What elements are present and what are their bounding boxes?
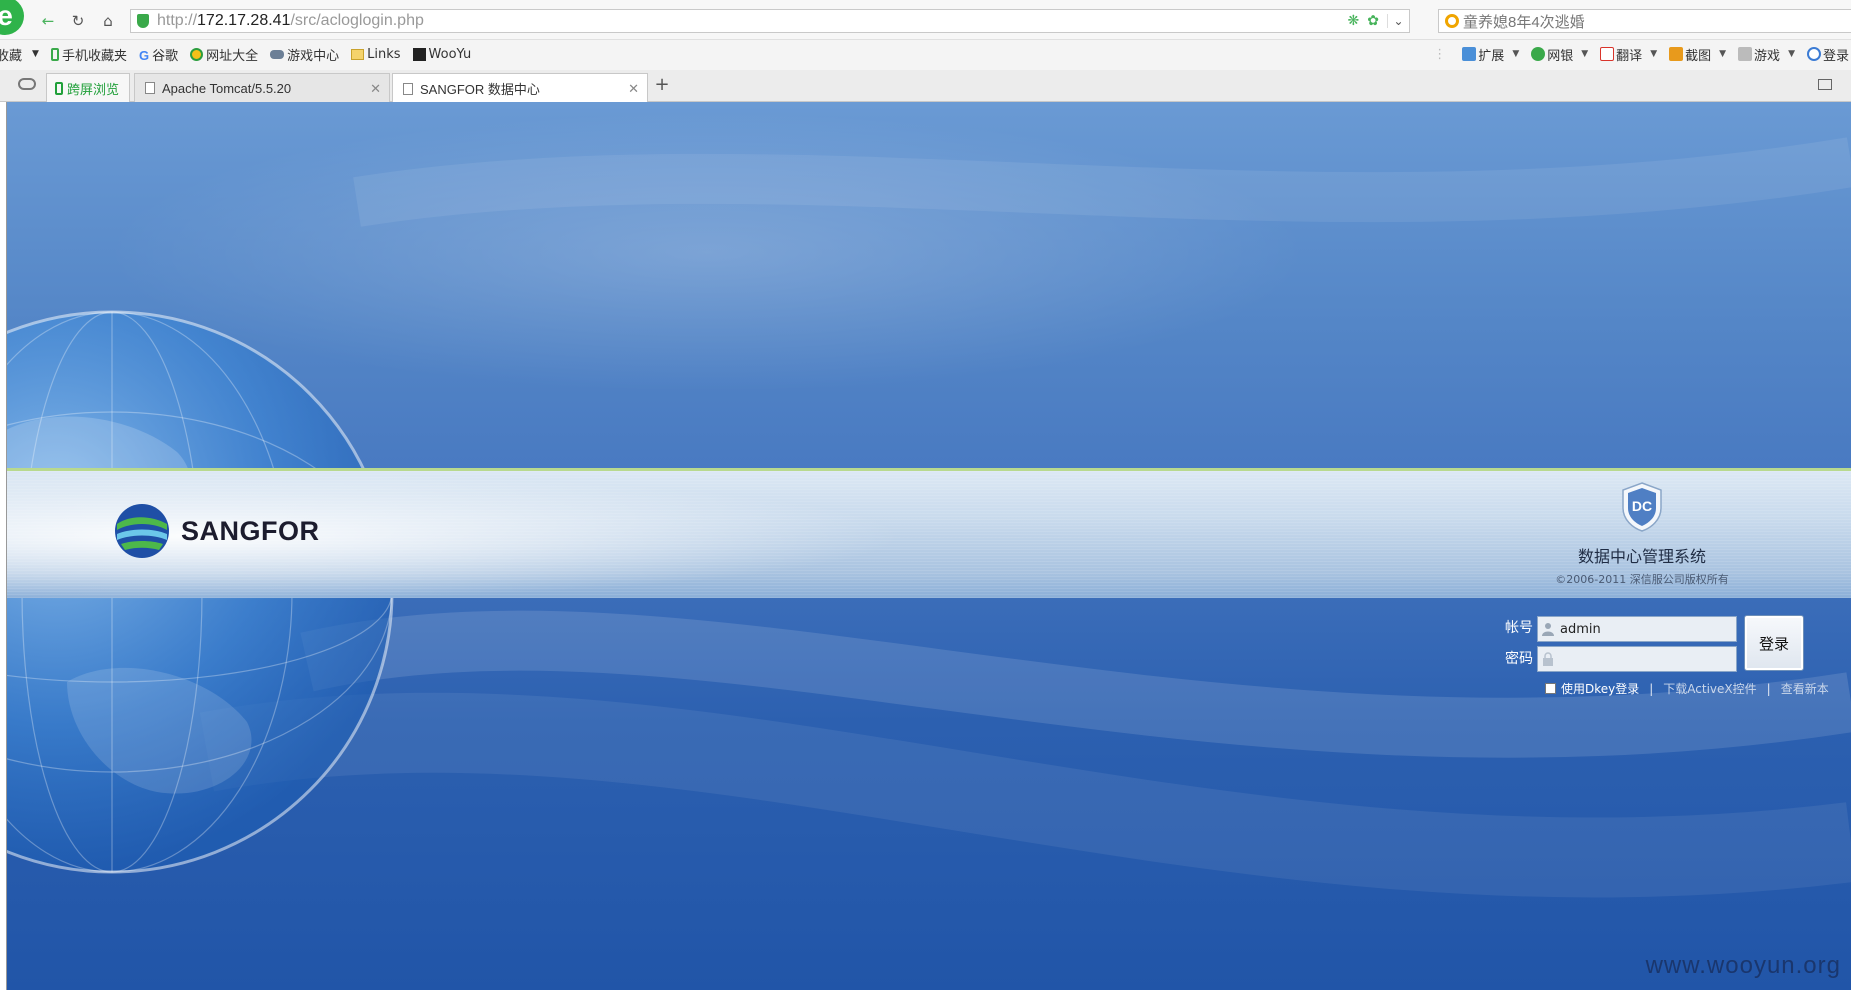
- tool-bank[interactable]: 网银 ▼: [1531, 45, 1588, 64]
- url-status-icons: ❋ ✿: [1348, 13, 1387, 29]
- tab-split-view[interactable]: 跨屏浏览: [46, 73, 130, 102]
- password-label: 密码: [1505, 651, 1533, 667]
- sangfor-wordmark: SANGFOR: [181, 515, 320, 546]
- browser-chrome: e ← ↻ ⌂ http://172.17.28.41/src/acloglog…: [0, 0, 1851, 103]
- lock-icon: [1543, 652, 1553, 666]
- close-icon[interactable]: ✕: [370, 81, 381, 97]
- new-tab-button[interactable]: +: [652, 74, 672, 98]
- compat-mode-icon[interactable]: ✿: [1367, 13, 1379, 29]
- separator: |: [1649, 681, 1654, 696]
- tool-login[interactable]: 登录: [1806, 45, 1849, 64]
- bookmark-item[interactable]: WooYu: [412, 47, 471, 62]
- tool-extensions[interactable]: 扩展 ▼: [1462, 45, 1519, 64]
- url-dropdown-icon[interactable]: ⌄: [1387, 14, 1409, 28]
- speedup-icon[interactable]: ❋: [1348, 13, 1360, 29]
- login-options: 使用Dkey登录 | 下载ActiveX控件 | 查看新本: [1545, 680, 1829, 697]
- url-input[interactable]: http://172.17.28.41/src/acloglogin.php ❋…: [130, 9, 1410, 33]
- login-button[interactable]: 登录: [1744, 615, 1804, 671]
- user-icon: [1542, 623, 1554, 636]
- search-placeholder: 童养媳8年4次逃婚: [1463, 13, 1585, 31]
- address-bar-row: e ← ↻ ⌂ http://172.17.28.41/src/acloglog…: [0, 0, 1851, 40]
- back-icon[interactable]: ←: [36, 9, 60, 33]
- game-icon: [1738, 47, 1753, 61]
- extensions-icon: [1462, 47, 1477, 61]
- account-input[interactable]: admin: [1537, 616, 1737, 642]
- phone-icon: [50, 47, 59, 61]
- chevron-down-icon[interactable]: ▼: [1581, 49, 1588, 59]
- folder-icon: [351, 48, 365, 60]
- login-form: 帐号 admin 密码 登录 使用Dkey登录 | 下载ActiveX控件 | …: [1497, 612, 1851, 722]
- chevron-down-icon[interactable]: ▼: [1719, 49, 1726, 59]
- tool-game[interactable]: 游戏 ▼: [1738, 45, 1795, 64]
- chevron-down-icon[interactable]: ▼: [32, 49, 39, 59]
- chevron-down-icon[interactable]: ▼: [1788, 49, 1795, 59]
- bank-shield-icon: [1531, 47, 1546, 61]
- search-engine-icon[interactable]: [1445, 14, 1459, 28]
- chevron-down-icon[interactable]: ▼: [1650, 49, 1657, 59]
- screenshot-icon: [1669, 47, 1684, 61]
- translate-icon: [1600, 47, 1615, 61]
- copyright-text: ©2006-2011 深信服公司版权所有: [1555, 573, 1729, 586]
- separator: |: [1766, 681, 1771, 696]
- close-icon[interactable]: ✕: [628, 81, 639, 97]
- tab-sangfor[interactable]: SANGFOR 数据中心 ✕: [392, 73, 648, 103]
- tool-screenshot[interactable]: 截图 ▼: [1669, 45, 1726, 64]
- page-left-edge: [0, 102, 7, 990]
- bookmark-item[interactable]: 网址大全: [190, 45, 258, 64]
- web-directory-icon: [190, 47, 204, 61]
- document-icon: [145, 82, 155, 94]
- download-activex-link[interactable]: 下载ActiveX控件: [1663, 680, 1756, 697]
- sangfor-logo: SANGFOR: [113, 502, 320, 560]
- search-input[interactable]: 童养媳8年4次逃婚: [1438, 9, 1851, 33]
- sangfor-globe-icon: [115, 504, 169, 558]
- google-icon: G: [138, 47, 150, 63]
- browser-logo-icon[interactable]: e: [0, 0, 24, 35]
- phone-icon: [55, 81, 63, 95]
- chevron-down-icon[interactable]: ▼: [1512, 49, 1519, 59]
- dkey-checkbox[interactable]: [1545, 683, 1556, 694]
- svg-text:DC: DC: [1632, 498, 1652, 514]
- bookmark-item[interactable]: 手机收藏夹: [50, 45, 127, 64]
- tab-strip: 跨屏浏览 Apache Tomcat/5.5.20 ✕ SANGFOR 数据中心…: [0, 70, 1851, 103]
- password-input[interactable]: [1537, 646, 1737, 672]
- system-title: 数据中心管理系统: [1577, 547, 1706, 566]
- bookmark-bar: 收藏 ▼ 手机收藏夹 G 谷歌 网址大全 游戏中心 Links WooYu ⋮: [0, 41, 1851, 67]
- refresh-icon[interactable]: ↻: [66, 9, 90, 33]
- new-version-link[interactable]: 查看新本: [1781, 680, 1829, 697]
- dkey-label[interactable]: 使用Dkey登录: [1561, 680, 1639, 697]
- bookmark-item[interactable]: Links: [351, 47, 401, 62]
- watermark: www.wooyun.org: [1645, 952, 1841, 979]
- tool-translate[interactable]: 翻译 ▼: [1600, 45, 1657, 64]
- dc-shield-icon: DC: [1622, 482, 1662, 532]
- document-icon: [403, 82, 413, 95]
- toolbar-tools: ⋮ 扩展 ▼ 网银 ▼ 翻译 ▼ 截图 ▼ 游戏 ▼ 登录: [1433, 41, 1851, 67]
- account-label: 帐号: [1505, 620, 1533, 636]
- cloud-icon[interactable]: [18, 78, 36, 90]
- login-page: SANGFOR DC 数据中心管理系统 ©2006-2011 深信服公司版权所有…: [7, 102, 1851, 990]
- gamepad-icon: [270, 49, 285, 59]
- bookmark-item[interactable]: 游戏中心: [270, 45, 339, 64]
- secure-shield-icon: [137, 14, 149, 28]
- product-title-block: DC 数据中心管理系统 ©2006-2011 深信服公司版权所有: [1527, 482, 1757, 587]
- divider: ⋮: [1433, 46, 1447, 62]
- bookmark-item[interactable]: G 谷歌: [139, 45, 178, 64]
- tab-tomcat[interactable]: Apache Tomcat/5.5.20 ✕: [134, 73, 390, 102]
- wooyun-icon: [412, 47, 426, 61]
- bookmark-item[interactable]: 收藏 ▼: [0, 45, 39, 64]
- home-icon[interactable]: ⌂: [96, 9, 120, 33]
- login-icon: [1806, 47, 1821, 61]
- url-text[interactable]: http://172.17.28.41/src/acloglogin.php: [157, 12, 424, 30]
- restore-tabs-icon[interactable]: [1818, 79, 1832, 90]
